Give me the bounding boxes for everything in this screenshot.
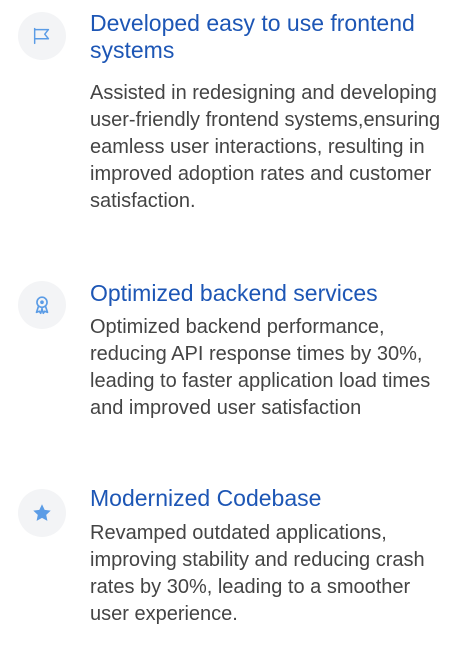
item-title: Modernized Codebase: [90, 485, 322, 511]
item-title: Developed easy to use frontend systems: [90, 10, 415, 63]
icon-badge: [18, 489, 66, 537]
award-icon: [35, 296, 49, 315]
item-title: Optimized backend services: [90, 280, 378, 306]
icon-badge: [18, 281, 66, 329]
achievements-list: Developed easy to use frontend systems A…: [0, 0, 452, 661]
star-icon: [33, 504, 51, 521]
item-description: Revamped outdated applications, improvin…: [90, 522, 425, 625]
icon-badge: [18, 12, 66, 60]
flag-icon: [33, 27, 50, 45]
item-description: Optimized backend performance, reducing …: [90, 316, 431, 419]
item-description: Assisted in redesigning and developing u…: [90, 82, 441, 212]
